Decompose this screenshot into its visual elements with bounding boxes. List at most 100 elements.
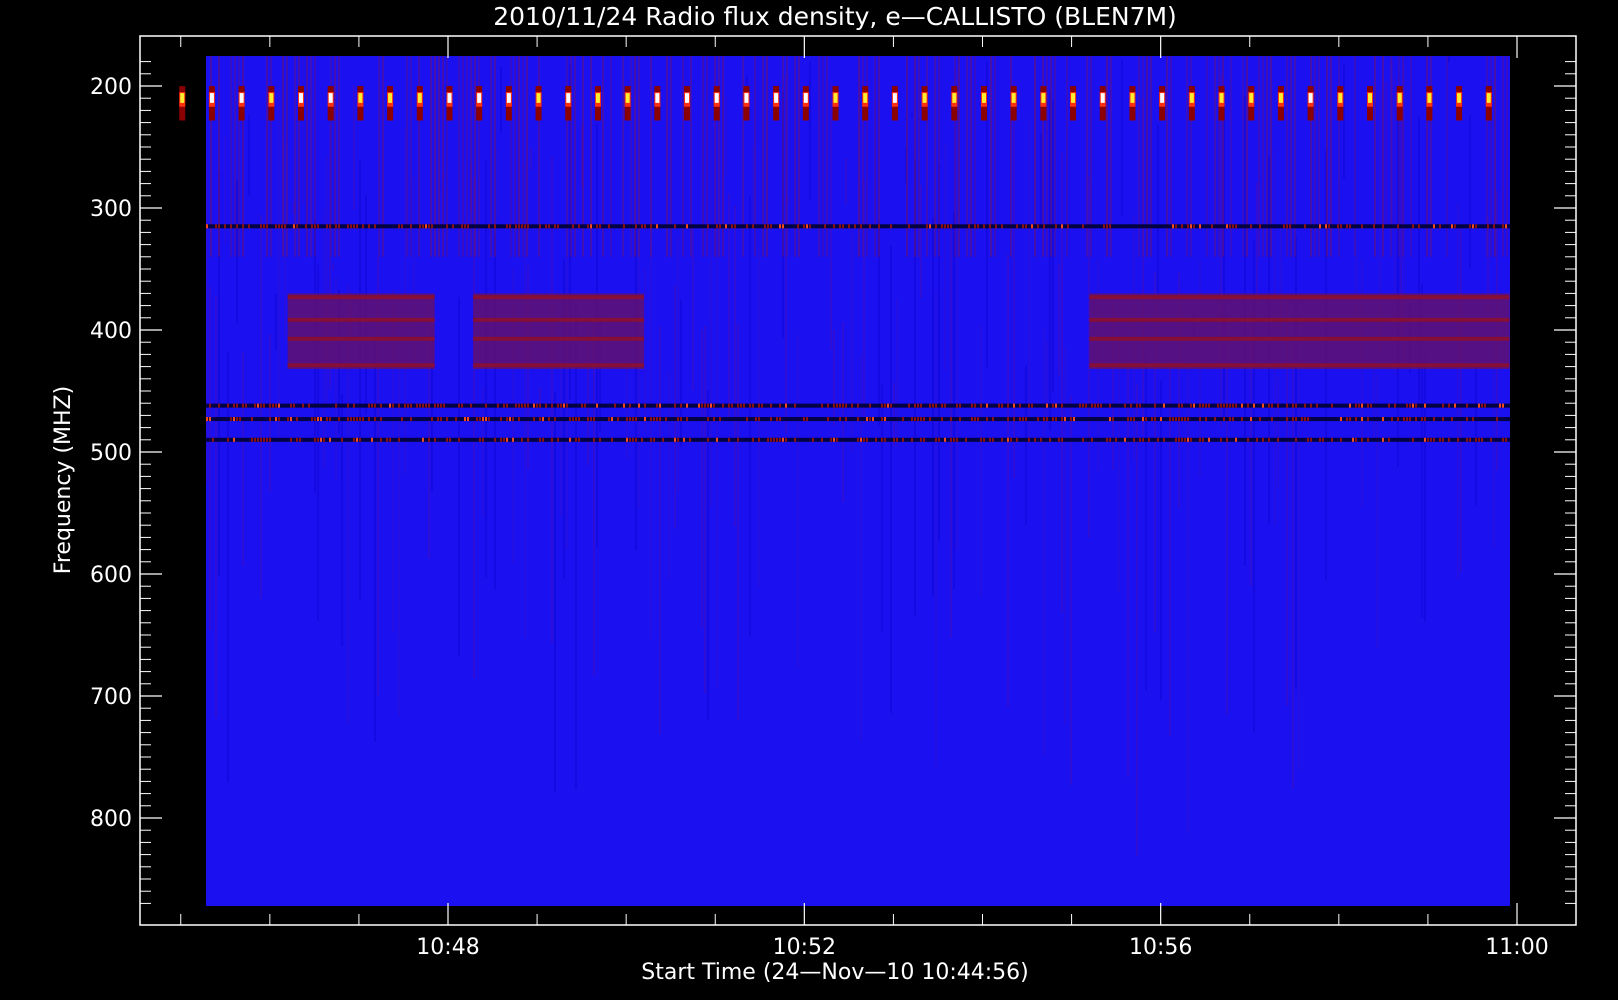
band-speckle bbox=[1493, 224, 1495, 229]
noise-streak bbox=[1136, 384, 1138, 857]
band-speckle bbox=[1397, 417, 1399, 422]
band-speckle bbox=[539, 417, 541, 422]
band-speckle bbox=[1193, 403, 1195, 408]
band-speckle bbox=[860, 224, 862, 229]
band-speckle bbox=[233, 403, 235, 408]
band-speckle bbox=[521, 403, 523, 408]
band-speckle bbox=[461, 403, 463, 408]
noise-streak bbox=[1277, 377, 1279, 488]
band-speckle bbox=[737, 437, 739, 442]
burst-peak bbox=[536, 93, 541, 103]
band-speckle bbox=[893, 437, 895, 442]
burst-peak bbox=[981, 93, 986, 103]
band-speckle bbox=[389, 437, 391, 442]
band-speckle bbox=[392, 403, 394, 408]
band-speckle bbox=[1070, 417, 1072, 422]
noise-streak bbox=[701, 329, 703, 629]
band-speckle bbox=[431, 417, 433, 422]
band-speckle bbox=[206, 224, 208, 229]
band-speckle bbox=[608, 417, 610, 422]
band-speckle bbox=[1016, 224, 1018, 229]
band-speckle bbox=[1373, 224, 1375, 229]
band-speckle bbox=[569, 417, 571, 422]
band-speckle bbox=[680, 403, 682, 408]
band-speckle bbox=[1226, 403, 1228, 408]
band-speckle bbox=[1100, 403, 1102, 408]
band-speckle bbox=[779, 437, 781, 442]
band-speckle bbox=[512, 437, 514, 442]
band-speckle bbox=[1190, 403, 1192, 408]
burst-peak bbox=[328, 93, 333, 103]
band-speckle bbox=[539, 224, 541, 229]
band-speckle bbox=[275, 417, 277, 422]
band-speckle bbox=[1310, 403, 1312, 408]
band-speckle bbox=[920, 437, 922, 442]
band-speckle bbox=[1337, 224, 1339, 229]
band-speckle bbox=[767, 437, 769, 442]
band-speckle bbox=[290, 403, 292, 408]
band-speckle bbox=[1289, 224, 1291, 229]
noise-streak bbox=[737, 323, 739, 721]
band-speckle bbox=[1178, 437, 1180, 442]
band-speckle bbox=[536, 403, 538, 408]
band-speckle bbox=[869, 403, 871, 408]
band-speckle bbox=[263, 224, 265, 229]
band-speckle bbox=[557, 437, 559, 442]
band-speckle bbox=[1181, 437, 1183, 442]
band-speckle bbox=[776, 417, 778, 422]
y-tick-label: 700 bbox=[90, 685, 132, 710]
band-speckle bbox=[635, 417, 637, 422]
band-speckle bbox=[293, 224, 295, 229]
band-speckle bbox=[983, 437, 985, 442]
noise-streak bbox=[206, 159, 208, 483]
noise-streak bbox=[242, 352, 244, 566]
band-speckle bbox=[1403, 417, 1405, 422]
band-speckle bbox=[374, 403, 376, 408]
band-speckle bbox=[758, 437, 760, 442]
burst-peak bbox=[744, 93, 749, 103]
band-speckle bbox=[467, 417, 469, 422]
band-speckle bbox=[1178, 403, 1180, 408]
burst-peak bbox=[1338, 93, 1343, 103]
band-speckle bbox=[1469, 224, 1471, 229]
band-speckle bbox=[353, 224, 355, 229]
noise-streak bbox=[209, 287, 211, 631]
band-speckle bbox=[410, 224, 412, 229]
noise-streak bbox=[551, 156, 553, 643]
band-speckle bbox=[578, 224, 580, 229]
band-speckle bbox=[350, 417, 352, 422]
band-speckle bbox=[1466, 417, 1468, 422]
noise-streak bbox=[353, 85, 355, 210]
band-speckle bbox=[1157, 437, 1159, 442]
band-speckle bbox=[1235, 437, 1237, 442]
band-speckle bbox=[1127, 417, 1129, 422]
band-speckle bbox=[773, 437, 775, 442]
noise-streak bbox=[833, 329, 835, 427]
band-speckle bbox=[596, 224, 598, 229]
interference-band bbox=[1089, 293, 1510, 370]
band-speckle bbox=[356, 437, 358, 442]
band-speckle bbox=[1124, 437, 1126, 442]
y-tick-label: 800 bbox=[90, 807, 132, 832]
band-speckle bbox=[1061, 437, 1063, 442]
band-speckle bbox=[1448, 437, 1450, 442]
burst-peak bbox=[922, 93, 927, 103]
band-speckle bbox=[1451, 417, 1453, 422]
noise-streak bbox=[374, 336, 376, 742]
band-speckle bbox=[1283, 224, 1285, 229]
band-speckle bbox=[710, 403, 712, 408]
noise-streak bbox=[716, 224, 718, 687]
band-speckle bbox=[707, 437, 709, 442]
burst-peak bbox=[299, 93, 304, 103]
band-speckle bbox=[347, 403, 349, 408]
band-speckle bbox=[236, 224, 238, 229]
band-speckle bbox=[494, 437, 496, 442]
band-speckle bbox=[1316, 403, 1318, 408]
band-speckle bbox=[1478, 437, 1480, 442]
band-speckle bbox=[941, 403, 943, 408]
band-speckle bbox=[719, 224, 721, 229]
band-speckle bbox=[269, 437, 271, 442]
band-speckle bbox=[1454, 224, 1456, 229]
band-speckle bbox=[641, 224, 643, 229]
band-speckle bbox=[860, 437, 862, 442]
